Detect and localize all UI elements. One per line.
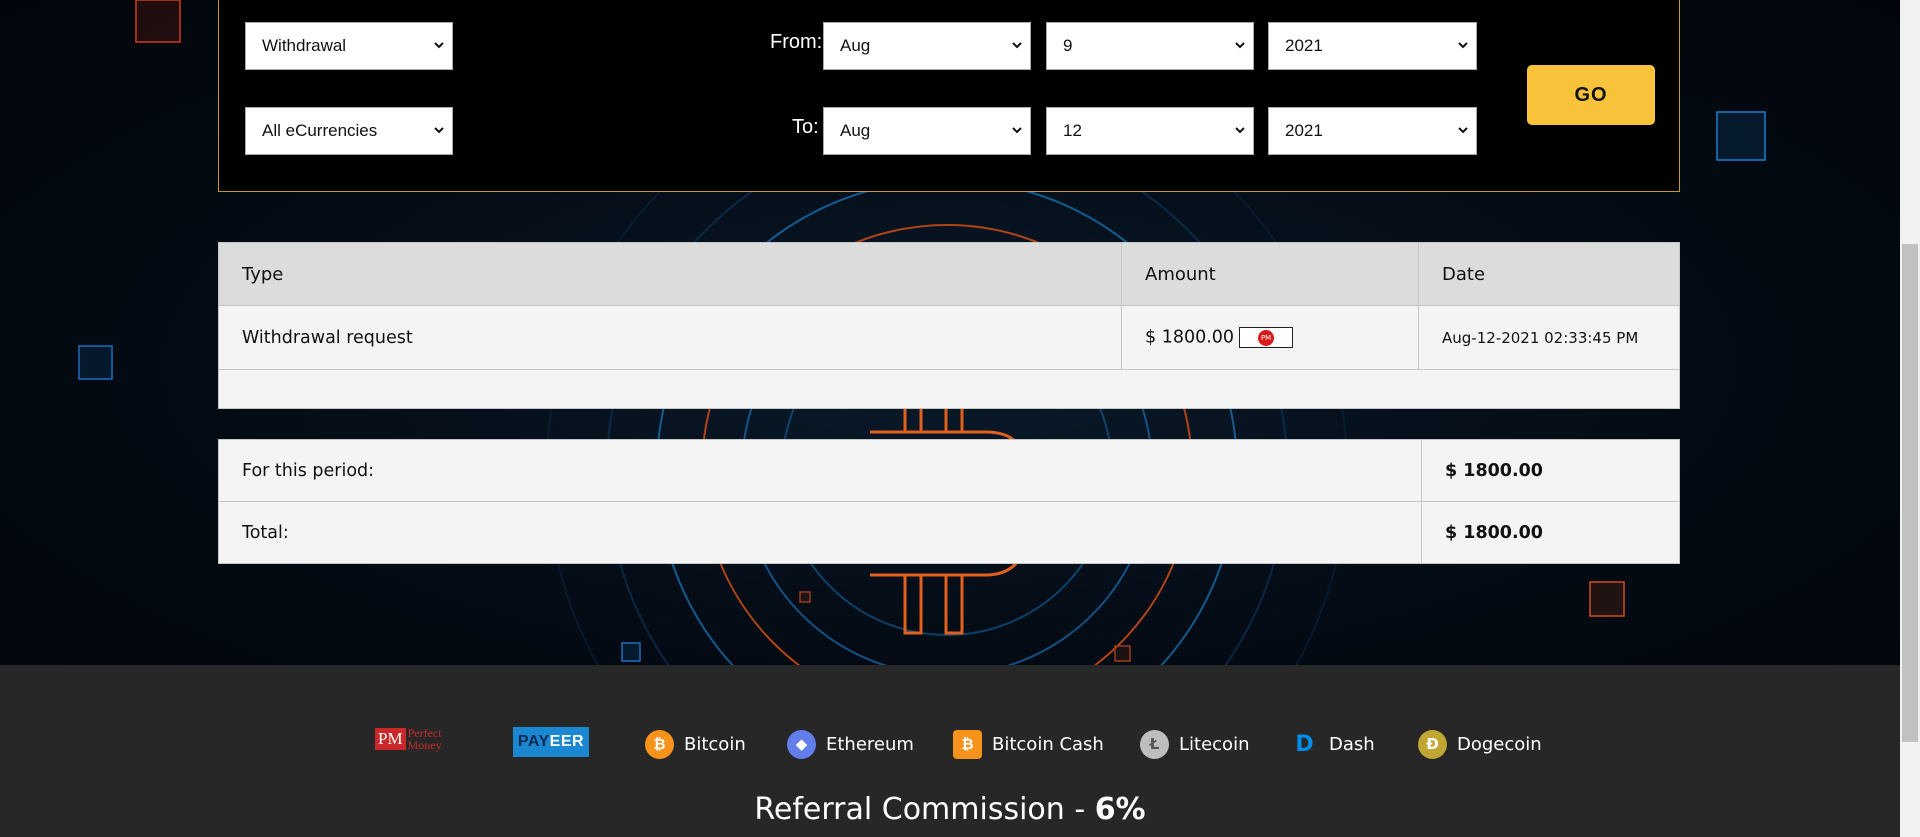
perfect-money-logo[interactable]: PM Perfect Money [375,727,452,751]
chevron-down-icon [1012,42,1022,49]
dash-icon: D [1295,731,1314,757]
payment-bitcoin[interactable]: ₿ Bitcoin [645,729,746,759]
row-amount: $ 1800.00 [1145,327,1235,348]
pm-logo-mark: PM [375,728,406,750]
payment-label: Bitcoin Cash [992,733,1104,755]
payment-label: Ethereum [826,733,914,755]
period-value: $ 1800.00 [1421,439,1680,502]
scrollbar-thumb[interactable] [1902,244,1918,742]
referral-text: Referral Commission - [754,792,1095,827]
payeer-eer: EER [549,733,585,750]
from-month-select[interactable]: Aug [823,22,1031,70]
chevron-down-icon [1235,42,1245,49]
row-amount-cell: $ 1800.00 PM [1121,305,1419,370]
litecoin-icon: Ł [1140,729,1169,759]
referral-commission: Referral Commission - 6% [0,792,1900,827]
payment-litecoin[interactable]: Ł Litecoin [1140,729,1249,759]
payment-dogecoin[interactable]: Ð Dogecoin [1418,729,1542,759]
bitcoin-icon: ₿ [645,729,674,759]
ethereum-icon: ◆ [787,729,816,759]
perfect-money-icon: PM [1239,327,1294,348]
total-value: $ 1800.00 [1421,501,1680,564]
payment-bitcoin-cash[interactable]: ₿ Bitcoin Cash [953,729,1104,759]
to-label: To: [792,116,819,138]
to-month-value: Aug [840,121,871,140]
payment-label: Bitcoin [684,733,746,755]
table-row-empty [218,369,1680,409]
pm-logo-words: Perfect Money [407,726,442,752]
payment-label: Dash [1329,733,1375,755]
dogecoin-icon: Ð [1418,729,1447,759]
chevron-down-icon [1458,127,1468,134]
table-header-row: Type Amount Date [218,242,1680,306]
to-month-select[interactable]: Aug [823,107,1031,155]
total-label: Total: [218,501,1422,564]
from-label: From: [770,31,823,53]
summary-row: For this period: $ 1800.00 [218,439,1680,502]
to-day-select[interactable]: 12 [1046,107,1254,155]
to-year-select[interactable]: 2021 [1268,107,1477,155]
from-month-value: Aug [840,36,871,55]
column-header-amount: Amount [1121,242,1419,306]
type-select-value: Withdrawal [262,36,347,55]
summary-table: For this period: $ 1800.00 Total: $ 1800… [218,439,1680,564]
column-header-date: Date [1418,242,1680,306]
bitcoin-cash-icon: ₿ [953,729,982,759]
referral-value: 6% [1094,792,1146,827]
history-filter-panel: Withdrawal All eCurrencies From: To: Aug… [218,0,1680,192]
payment-dash[interactable]: D Dash [1290,729,1375,759]
chevron-down-icon [1012,127,1022,134]
page-scrollbar[interactable] [1900,0,1920,837]
footer: PM Perfect Money PAYEER ₿ Bitcoin ◆ Ethe… [0,665,1900,837]
payment-label: Litecoin [1179,733,1250,755]
payment-label: Dogecoin [1457,733,1542,755]
chevron-down-icon [1235,127,1245,134]
from-day-select[interactable]: 9 [1046,22,1254,70]
chevron-down-icon [434,127,444,134]
to-day-value: 12 [1063,121,1082,140]
period-label: For this period: [218,439,1422,502]
chevron-down-icon [434,42,444,49]
currency-select-value: All eCurrencies [262,121,378,140]
from-year-select[interactable]: 2021 [1268,22,1477,70]
type-select[interactable]: Withdrawal [245,22,453,70]
to-year-value: 2021 [1285,121,1323,140]
summary-row: Total: $ 1800.00 [218,501,1680,564]
history-table: Type Amount Date Withdrawal request $ 18… [218,242,1680,409]
payeer-logo[interactable]: PAYEER [513,727,589,757]
row-type: Withdrawal request [218,305,1122,370]
column-header-type: Type [218,242,1122,306]
table-row: Withdrawal request $ 1800.00 PM Aug-12-20… [218,305,1680,370]
from-year-value: 2021 [1285,36,1323,55]
chevron-down-icon [1458,42,1468,49]
row-date: Aug-12-2021 02:33:45 PM [1418,305,1680,370]
go-button[interactable]: GO [1527,65,1655,125]
payment-ethereum[interactable]: ◆ Ethereum [787,729,914,759]
from-day-value: 9 [1063,36,1073,55]
currency-select[interactable]: All eCurrencies [245,107,453,155]
payeer-pay: PAY [517,733,550,750]
